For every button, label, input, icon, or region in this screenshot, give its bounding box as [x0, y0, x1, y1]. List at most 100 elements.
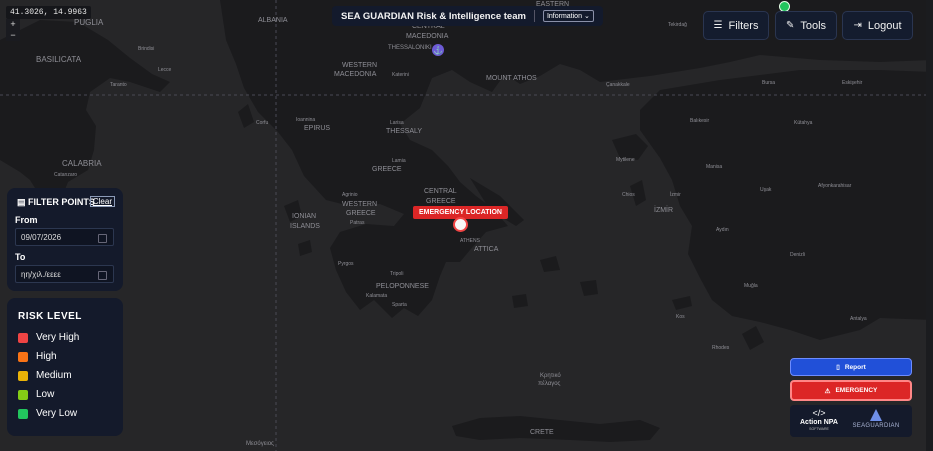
map-label: Catanzaro: [54, 172, 77, 178]
map-label: Agrinio: [342, 192, 358, 198]
scrollbar[interactable]: [926, 0, 933, 451]
header-divider: [533, 10, 535, 22]
map-label: THESSALY: [386, 128, 422, 135]
chevron-down-icon: ⌄: [583, 13, 590, 20]
map-label: Uşak: [760, 187, 772, 193]
map-label: Brindisi: [138, 46, 154, 52]
risk-swatch: [18, 389, 28, 400]
zoom-in-button[interactable]: +: [6, 19, 20, 30]
map-label: Corfu: [256, 120, 268, 126]
coordinates-readout: 41.3026, 14.9963: [6, 6, 91, 19]
map-label: GREECE: [346, 210, 376, 217]
map-label: Tripoli: [390, 271, 403, 277]
risk-swatch: [18, 370, 28, 381]
risk-item-very-low: Very Low: [18, 408, 77, 419]
seaguardian-logo: SEAGUARDIAN: [846, 409, 906, 429]
calendar-picker-icon[interactable]: [98, 234, 107, 243]
action-npa-logo: </> Action NPA SOFTWARE: [800, 408, 838, 432]
map-label: CRETE: [530, 429, 554, 436]
anchor-icon: ⚓: [433, 45, 443, 55]
logout-button[interactable]: ⇥ Logout: [842, 11, 913, 40]
sliders-icon: ☰: [713, 20, 723, 31]
map-label: Katerini: [392, 72, 409, 78]
clear-filters-link[interactable]: Clear: [89, 196, 115, 207]
map-label: Ioannina: [296, 117, 315, 123]
calendar-icon: ▤: [17, 197, 26, 207]
map-label: PUGLIA: [74, 18, 104, 27]
emergency-label: EMERGENCY: [835, 387, 878, 394]
document-icon: ▯: [836, 364, 840, 371]
to-date-input[interactable]: ηη/χιλ./εεεε: [15, 265, 114, 283]
from-date-value: 09/07/2026: [21, 232, 62, 242]
map-label: MACEDONIA: [406, 33, 449, 40]
logout-label: Logout: [867, 19, 902, 32]
map-label: THESSALONIKI: [388, 45, 432, 51]
risk-level-title: RISK LEVEL: [18, 311, 82, 322]
anchor-marker[interactable]: ⚓: [432, 44, 444, 56]
map-label: Bursa: [762, 80, 775, 86]
risk-level-legend: RISK LEVEL Very High High Medium Low Ver…: [7, 298, 123, 436]
map-label: Chios: [622, 192, 635, 198]
risk-swatch: [18, 332, 28, 343]
map-label: Pyrgos: [338, 261, 354, 267]
risk-label: Very High: [36, 332, 80, 343]
app-title: SEA GUARDIAN Risk & Intelligence team: [341, 10, 526, 22]
logout-icon: ⇥: [853, 20, 862, 31]
emergency-location-marker[interactable]: [453, 217, 468, 232]
map-label: MOUNT ATHOS: [486, 75, 537, 82]
tools-button[interactable]: ✎ Tools: [775, 11, 837, 40]
zoom-control[interactable]: + −: [6, 19, 20, 41]
map-label: Aydın: [716, 227, 729, 233]
map-label: WESTERN: [342, 62, 377, 69]
map-label: ATTICA: [474, 246, 499, 253]
map-label: ATHENS: [460, 238, 481, 244]
zoom-out-button[interactable]: −: [6, 30, 20, 41]
action-npa-subtext: SOFTWARE: [809, 427, 829, 431]
risk-label: Low: [36, 389, 55, 400]
risk-label: High: [36, 351, 57, 362]
action-npa-text: Action NPA: [800, 419, 838, 426]
layer-select-value: Information: [546, 13, 582, 20]
map-label: İzmir: [670, 191, 681, 198]
layer-select[interactable]: Information ⌄: [542, 10, 594, 22]
map-label: Larisa: [390, 120, 404, 126]
report-button[interactable]: ▯ Report: [790, 358, 912, 376]
tools-label: Tools: [800, 19, 827, 32]
map-label: Muğla: [744, 283, 758, 289]
map-label: CALABRIA: [62, 159, 102, 168]
code-icon: </>: [812, 408, 826, 418]
map-label: Κρητικό: [540, 372, 561, 379]
map-label: Lamia: [392, 158, 406, 164]
map-label: Balıkesir: [690, 118, 710, 124]
from-date-input[interactable]: 09/07/2026: [15, 228, 114, 246]
risk-label: Very Low: [36, 408, 78, 419]
map-label: PELOPONNESE: [376, 283, 429, 290]
emergency-button[interactable]: ⚠ EMERGENCY: [790, 380, 912, 401]
seaguardian-text: SEAGUARDIAN: [852, 423, 900, 429]
risk-item-medium: Medium: [18, 370, 72, 381]
calendar-picker-icon[interactable]: [98, 271, 107, 280]
filter-points-panel: ▤ FILTER POINTS Clear From 09/07/2026 To…: [7, 188, 123, 291]
risk-swatch: [18, 408, 28, 419]
from-label: From: [15, 215, 38, 225]
map-label: Kütahya: [794, 120, 813, 126]
filter-points-title-text: FILTER POINTS: [28, 197, 95, 207]
filters-button[interactable]: ☰ Filters: [703, 11, 769, 40]
map-label: πέλαγος: [538, 380, 561, 387]
to-date-value: ηη/χιλ./εεεε: [21, 269, 61, 279]
map-label: Tekirdağ: [668, 22, 687, 28]
filters-label: Filters: [728, 19, 759, 32]
header-bar: SEA GUARDIAN Risk & Intelligence team In…: [332, 6, 603, 26]
risk-item-low: Low: [18, 389, 54, 400]
risk-swatch: [18, 351, 28, 362]
map-label: BASILICATA: [36, 55, 82, 64]
map-label: Rhodes: [712, 345, 730, 351]
map-label: Mytilene: [616, 157, 635, 163]
map-label: Eskişehir: [842, 80, 863, 86]
map-label: MACEDONIA: [334, 71, 377, 78]
map-label: Antalya: [850, 316, 867, 322]
filter-points-title: ▤ FILTER POINTS: [17, 197, 95, 208]
map-label: Taranto: [110, 82, 127, 88]
warning-icon: ⚠: [824, 387, 831, 395]
map-label: Patras: [350, 220, 365, 226]
